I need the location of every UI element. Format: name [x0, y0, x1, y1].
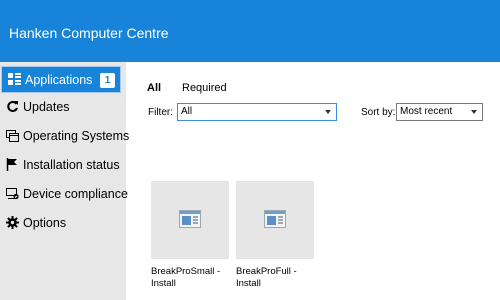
sidebar-item-label: Operating Systems [23, 128, 130, 143]
chevron-down-icon [471, 110, 477, 114]
flag-icon [5, 158, 19, 172]
sidebar-item-operating-systems[interactable]: Operating Systems [0, 122, 130, 149]
filter-select[interactable]: All [177, 103, 337, 121]
applications-grid-icon [7, 73, 21, 87]
tab-required[interactable]: Required [182, 82, 227, 94]
sidebar-item-label: Applications [25, 72, 93, 87]
sidebar: Applications 1 Updates Operating Systems… [0, 62, 130, 300]
gear-icon [5, 216, 19, 230]
sort-select[interactable]: Most recent [396, 103, 483, 121]
sidebar-item-updates[interactable]: Updates [0, 93, 126, 120]
sidebar-item-label: Device compliance [23, 186, 128, 201]
operating-systems-icon [5, 129, 19, 143]
app-title: Hanken Computer Centre [9, 25, 169, 41]
device-compliance-icon [5, 187, 19, 201]
sort-label: Sort by: [361, 107, 396, 118]
app-header: Hanken Computer Centre [0, 0, 500, 62]
filter-label: Filter: [148, 107, 173, 118]
app-tile-breakprosmall[interactable] [151, 181, 229, 259]
sidebar-item-device-compliance[interactable]: Device compliance [0, 180, 128, 207]
app-name-breakprofull[interactable]: BreakProFull - Install [236, 266, 318, 290]
sidebar-item-label: Installation status [23, 157, 120, 172]
refresh-icon [5, 100, 19, 114]
sidebar-item-options[interactable]: Options [0, 209, 126, 236]
application-window-icon [264, 210, 286, 228]
app-name-breakprosmall[interactable]: BreakProSmall - Install [151, 266, 233, 290]
sidebar-item-label: Options [23, 215, 67, 230]
chevron-down-icon [325, 110, 331, 114]
sort-value: Most recent [400, 106, 453, 117]
sidebar-item-installation-status[interactable]: Installation status [0, 151, 126, 178]
application-window-icon [179, 210, 201, 228]
applications-count-badge: 1 [100, 73, 115, 88]
app-tile-breakprofull[interactable] [236, 181, 314, 259]
filter-value: All [181, 106, 193, 117]
tab-all[interactable]: All [147, 82, 161, 94]
sidebar-item-label: Updates [23, 99, 70, 114]
sidebar-item-applications[interactable]: Applications 1 [1, 66, 121, 93]
